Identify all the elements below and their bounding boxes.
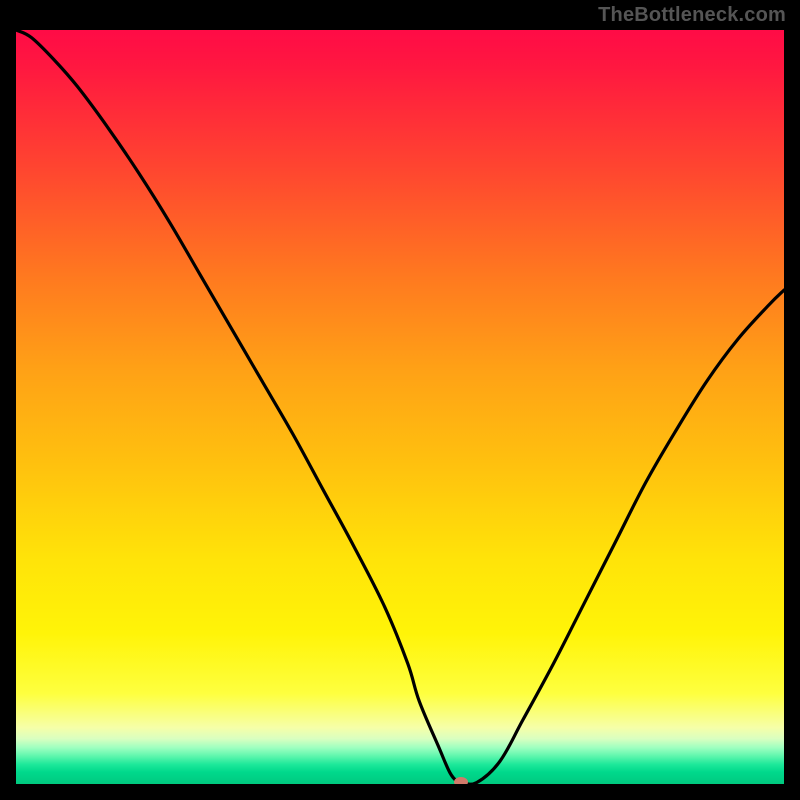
plot-area bbox=[16, 30, 784, 784]
chart-frame: TheBottleneck.com bbox=[0, 0, 800, 800]
curve-svg bbox=[16, 30, 784, 784]
bottleneck-curve bbox=[16, 30, 784, 784]
watermark-text: TheBottleneck.com bbox=[598, 4, 786, 27]
optimum-marker bbox=[454, 777, 468, 784]
